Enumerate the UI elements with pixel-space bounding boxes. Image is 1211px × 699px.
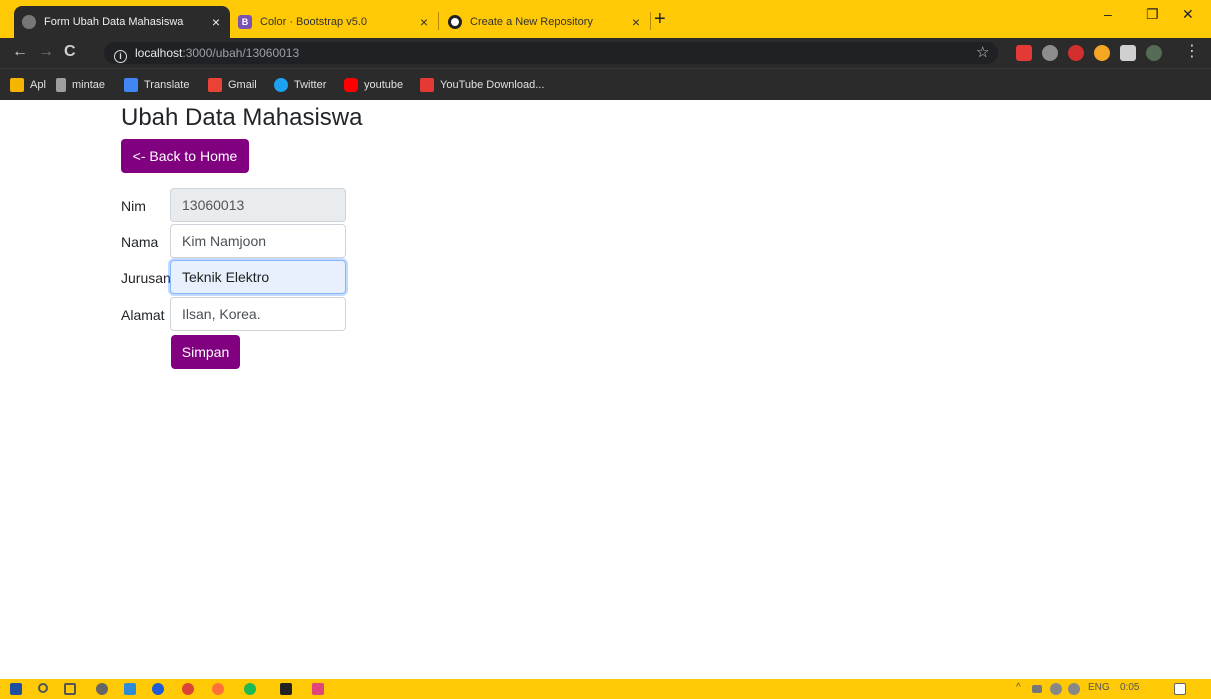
page-title: Ubah Data Mahasiswa (121, 104, 363, 131)
jurusan-field[interactable]: Teknik Elektro (170, 260, 346, 294)
nama-label: Nama (121, 234, 159, 250)
tab-title: Color · Bootstrap v5.0 (260, 16, 367, 28)
chrome-icon[interactable] (182, 683, 194, 695)
minimize-button[interactable]: – (1104, 6, 1112, 22)
tab-separator (650, 12, 651, 30)
alamat-field[interactable]: Ilsan, Korea. (170, 297, 346, 331)
jurusan-label: Jurusan (121, 270, 171, 286)
nama-field[interactable]: Kim Namjoon (170, 224, 346, 258)
nim-field[interactable]: 13060013 (170, 188, 346, 222)
bookmark-label: Gmail (228, 79, 257, 91)
bookmark-label: Apl (30, 79, 46, 91)
bookmark-translate[interactable]: Translate (124, 78, 189, 92)
bookmark-twitter[interactable]: Twitter (274, 78, 326, 92)
youtube-icon (344, 78, 358, 92)
reload-icon[interactable]: C (64, 42, 76, 62)
translate-icon (124, 78, 138, 92)
bookmark-label: Twitter (294, 79, 327, 91)
tab-title: Create a New Repository (470, 16, 593, 28)
gmail-icon (208, 78, 222, 92)
clock[interactable]: 0:05 (1120, 682, 1139, 693)
tray-chevron-icon[interactable]: ^ (1016, 682, 1021, 693)
bootstrap-icon: B (238, 15, 252, 29)
taskbar-app-icon[interactable] (280, 683, 292, 695)
extension-icon[interactable] (1042, 45, 1058, 61)
url-path: :3000/ubah/13060013 (182, 46, 300, 60)
task-view-icon[interactable] (64, 683, 76, 695)
new-tab-button[interactable]: + (654, 8, 666, 30)
tab-separator (438, 12, 439, 30)
extension-icon[interactable] (1068, 45, 1084, 61)
apps-grid-icon (10, 78, 24, 92)
taskbar-app-icon[interactable] (312, 683, 324, 695)
browser-tab-bar: Form Ubah Data Mahasiswa × B Color · Boo… (0, 0, 1211, 38)
globe-icon (22, 15, 36, 29)
forward-arrow-icon[interactable]: → (38, 42, 54, 62)
url-host: localhost (135, 46, 183, 60)
github-icon (448, 15, 462, 29)
alamat-label: Alamat (121, 307, 165, 323)
tab-bootstrap-color[interactable]: B Color · Bootstrap v5.0 × (230, 6, 438, 38)
site-info-icon[interactable]: i (114, 50, 127, 63)
wifi-icon[interactable] (1050, 683, 1062, 695)
search-icon[interactable] (38, 683, 48, 693)
volume-icon[interactable] (1068, 683, 1080, 695)
simpan-button[interactable]: Simpan (171, 335, 240, 369)
bookmark-mintae[interactable]: mintae (56, 78, 105, 92)
language-indicator[interactable]: ENG (1088, 682, 1110, 693)
bookmark-label: mintae (72, 79, 106, 91)
browser-toolbar: ← → C i localhost:3000/ubah/13060013 ☆ ⋮ (0, 38, 1211, 68)
notification-icon[interactable] (1174, 683, 1186, 695)
bookmark-star-icon[interactable]: ☆ (976, 43, 989, 63)
tab-close-icon[interactable]: × (420, 14, 428, 30)
firefox-icon[interactable] (212, 683, 224, 695)
spotify-icon[interactable] (244, 683, 256, 695)
close-window-button[interactable]: ✕ (1182, 6, 1194, 23)
windows-start-icon[interactable] (10, 683, 22, 695)
back-to-home-button[interactable]: <- Back to Home (121, 139, 249, 173)
bookmark-apl[interactable]: Apl (10, 78, 46, 92)
bookmark-label: YouTube Download... (440, 79, 545, 91)
tab-close-icon[interactable]: × (212, 14, 220, 30)
bookmark-label: Translate (144, 79, 190, 91)
profile-avatar[interactable] (1146, 45, 1162, 61)
address-bar[interactable]: i localhost:3000/ubah/13060013 (104, 42, 998, 64)
bookmark-label: youtube (364, 79, 404, 91)
taskbar-app-icon[interactable] (152, 683, 164, 695)
extension-icon[interactable] (1016, 45, 1032, 61)
settings-gear-icon[interactable] (96, 683, 108, 695)
twitter-icon (274, 78, 288, 92)
tab-github-new-repo[interactable]: Create a New Repository × (440, 6, 650, 38)
tab-title: Form Ubah Data Mahasiswa (44, 16, 184, 28)
taskbar-app-icon[interactable] (124, 683, 136, 695)
battery-icon[interactable] (1032, 685, 1042, 693)
bookmark-gmail[interactable]: Gmail (208, 78, 257, 92)
mintae-icon (56, 78, 66, 92)
browser-menu-icon[interactable]: ⋮ (1184, 42, 1200, 62)
tab-form-ubah[interactable]: Form Ubah Data Mahasiswa × (14, 6, 230, 38)
extensions-puzzle-icon[interactable] (1120, 45, 1136, 61)
windows-taskbar: ^ ENG 0:05 (0, 679, 1211, 699)
restore-button[interactable]: ❐ (1146, 6, 1159, 23)
bookmark-youtube[interactable]: youtube (344, 78, 403, 92)
nim-label: Nim (121, 198, 146, 214)
extension-icon[interactable] (1094, 45, 1110, 61)
back-arrow-icon[interactable]: ← (12, 42, 28, 62)
download-icon (420, 78, 434, 92)
bookmark-youtube-download[interactable]: YouTube Download... (420, 78, 544, 92)
bookmarks-bar: Apl mintae Translate Gmail Twitter youtu… (0, 68, 1211, 100)
tab-close-icon[interactable]: × (632, 14, 640, 30)
